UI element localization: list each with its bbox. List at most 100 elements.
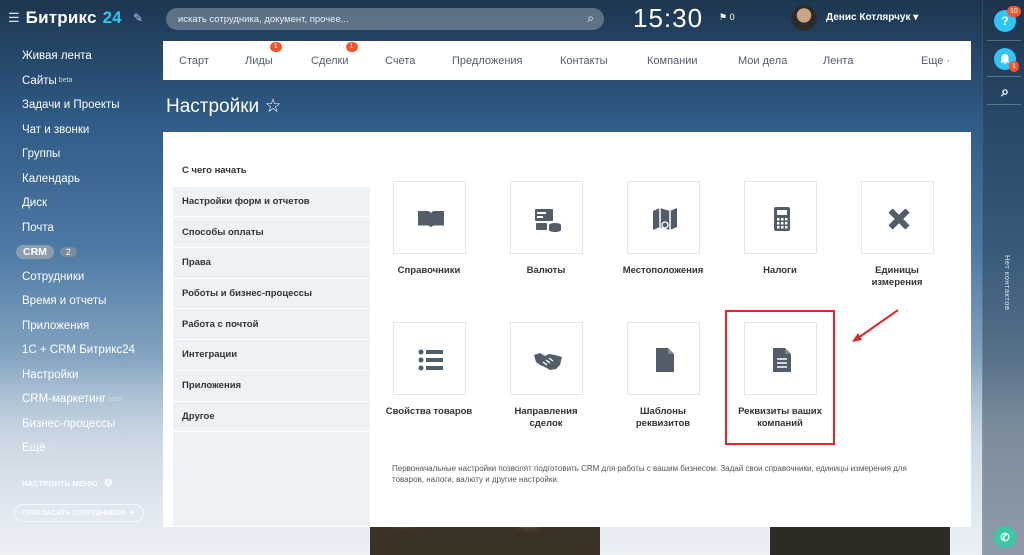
highlight-box — [725, 310, 835, 445]
search-button[interactable]: ⌕ — [994, 80, 1016, 102]
search-input[interactable]: искать сотрудника, документ, прочее... ⌕ — [166, 8, 604, 30]
tile-locations[interactable] — [627, 181, 700, 254]
nav-badge: 1 — [269, 41, 282, 52]
sidebar-item-bizproc[interactable]: Бизнес-процессы — [22, 412, 135, 437]
settings-menu-item-forms[interactable]: Настройки форм и отчетов — [173, 186, 370, 218]
avatar[interactable] — [791, 5, 817, 31]
sidebar-item-crm[interactable]: CRM 2 — [16, 240, 135, 265]
search-icon[interactable]: ⌕ — [587, 11, 594, 26]
settings-menu: С чего начать Настройки форм и отчетов С… — [173, 156, 370, 433]
setup-menu-label: НАСТРОИТЬ МЕНЮ — [22, 479, 98, 488]
logo[interactable]: ☰ Битрикс 24 — [8, 8, 122, 28]
sidebar-item-calendar[interactable]: Календарь — [22, 167, 135, 192]
menu-label: Роботы и бизнес-процессы — [182, 288, 313, 300]
nav-leads[interactable]: Лиды 1 — [245, 41, 282, 67]
tile-label: Шаблоны реквизитов — [635, 406, 691, 429]
tile-deal-directions[interactable] — [510, 322, 583, 395]
contacts-label: Нет контактов — [1003, 255, 1012, 311]
plus-icon: + — [129, 507, 136, 519]
sidebar-item-more[interactable]: Ещё · — [22, 436, 135, 461]
sidebar-item-label: Бизнес-процессы — [22, 417, 116, 430]
sidebar-item-label: Сотрудники — [22, 270, 85, 283]
edit-icon[interactable]: ✎ — [133, 11, 143, 25]
settings-menu-item-robots[interactable]: Роботы и бизнес-процессы — [173, 278, 370, 310]
nav-deals[interactable]: Сделки 1 — [311, 41, 358, 67]
handshake-icon — [534, 353, 562, 370]
ruler-icon — [888, 208, 910, 230]
sidebar-item-label: Сайты — [22, 74, 57, 87]
nav-invoices[interactable]: Счета — [385, 55, 415, 67]
red-arrow — [852, 309, 899, 342]
sidebar-item-label: Диск — [22, 197, 47, 210]
flag-icon: ⚑ — [719, 12, 728, 22]
sidebar-item-sites[interactable]: Сайты beta — [22, 69, 135, 94]
sidebar-item-label: Приложения — [22, 319, 90, 332]
menu-label: Другое — [182, 410, 215, 422]
sidebar-item-settings[interactable]: Настройки — [22, 363, 135, 388]
menu-label: Права — [182, 257, 211, 269]
settings-menu-item-mail[interactable]: Работа с почтой — [173, 309, 370, 341]
tax-icon — [774, 207, 790, 231]
nav-label: Сделки — [311, 54, 349, 67]
menu-label: Интеграции — [182, 349, 238, 361]
nav-label: Старт — [179, 54, 209, 67]
phone-button[interactable]: ✆ — [994, 526, 1016, 548]
nav-contacts[interactable]: Контакты — [560, 55, 608, 67]
sidebar-item-tasks[interactable]: Задачи и Проекты — [22, 93, 135, 118]
menu-label: Работа с почтой — [182, 318, 259, 330]
search-placeholder: искать сотрудника, документ, прочее... — [178, 13, 349, 25]
sidebar-item-time[interactable]: Время и отчеты — [22, 289, 135, 314]
nav-quotes[interactable]: Предложения — [452, 55, 523, 67]
settings-menu-item-other[interactable]: Другое — [173, 401, 370, 433]
settings-menu-item-payment[interactable]: Способы оплаты — [173, 217, 370, 249]
sidebar-item-crm-marketing[interactable]: CRM-маркетинг beta — [22, 387, 135, 412]
clock[interactable]: 15:30 — [633, 3, 703, 34]
nav-label: Лента — [823, 54, 854, 67]
crm-top-nav: Старт Лиды 1 Сделки 1 Счета Предложения Ко… — [163, 41, 971, 80]
nav-more[interactable]: Еще · — [921, 55, 950, 67]
sidebar-item-chat[interactable]: Чат и звонки — [22, 118, 135, 143]
list-icon — [418, 349, 443, 371]
beta-label: beta — [108, 395, 122, 403]
tile-units[interactable] — [861, 181, 934, 254]
menu-label: Настройки форм и отчетов — [182, 196, 310, 208]
tile-currencies[interactable] — [510, 181, 583, 254]
settings-menu-item-start[interactable]: С чего начать — [173, 156, 370, 187]
sidebar-item-mail[interactable]: Почта — [22, 216, 135, 241]
invite-employees-button[interactable]: ПРИГЛАСИТЬ СОТРУДНИКОВ + — [14, 504, 144, 522]
sidebar-item-feed[interactable]: Живая лента — [22, 44, 135, 69]
sidebar-item-disk[interactable]: Диск — [22, 191, 135, 216]
logo-number: 24 — [102, 8, 122, 27]
sidebar-item-label: CRM — [16, 245, 54, 260]
nav-label: Предложения — [452, 54, 523, 67]
flag-count: 0 — [729, 12, 735, 22]
nav-label: Компании — [647, 54, 698, 67]
settings-menu-item-rights[interactable]: Права — [173, 248, 370, 279]
nav-feed[interactable]: Лента — [823, 55, 853, 67]
settings-menu-item-apps[interactable]: Приложения — [173, 370, 370, 402]
page-title: Настройки ☆ — [166, 96, 282, 117]
setup-menu-button[interactable]: НАСТРОИТЬ МЕНЮ ⚙ — [22, 478, 113, 489]
book-icon — [418, 211, 444, 228]
nav-companies[interactable]: Компании — [647, 55, 698, 67]
settings-menu-item-integrations[interactable]: Интеграции — [173, 340, 370, 371]
tile-taxes[interactable] — [744, 181, 817, 254]
gear-icon: ⚙ — [103, 478, 114, 489]
sidebar-item-employees[interactable]: Сотрудники — [22, 265, 135, 290]
flag-counter[interactable]: ⚑ 0 — [719, 12, 735, 23]
sidebar-item-1c[interactable]: 1С + CRM Битрикс24 — [22, 338, 135, 363]
nav-my-activities[interactable]: Мои дела — [738, 55, 787, 67]
tile-label: Свойства товаров — [385, 406, 473, 417]
sidebar-item-groups[interactable]: Группы — [22, 142, 135, 167]
tile-directories[interactable] — [393, 181, 466, 254]
settings-note: Первоначальные настройки позволят подгот… — [392, 464, 907, 484]
sidebar-menu: Живая лента Сайты beta Задачи и Проекты Ч… — [16, 44, 135, 461]
tile-label: Налоги — [763, 265, 797, 276]
user-name[interactable]: Денис Котлярчук ▾ — [826, 12, 918, 23]
tile-product-properties[interactable] — [393, 322, 466, 395]
sidebar-item-apps[interactable]: Приложения — [22, 314, 135, 339]
nav-start[interactable]: Старт — [179, 55, 209, 67]
left-sidebar: ☰ Битрикс 24 ✎ Живая лента Сайты beta Зад… — [0, 0, 152, 555]
tile-requisite-templates[interactable] — [627, 322, 700, 395]
menu-icon[interactable]: ☰ — [8, 10, 20, 26]
